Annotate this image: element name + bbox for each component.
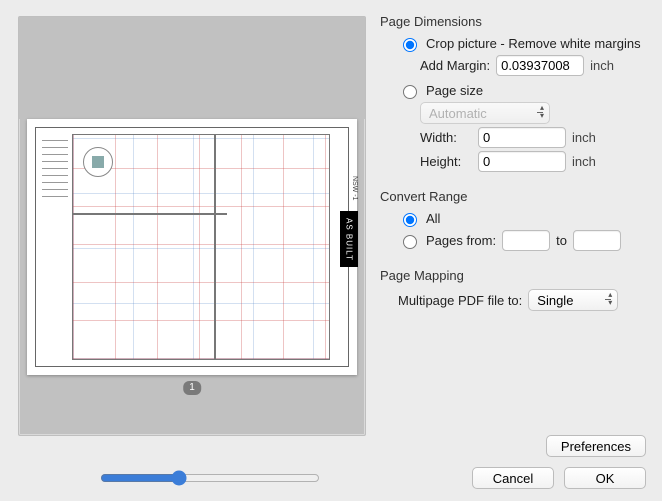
crop-radio-label: Crop picture - Remove white margins	[426, 36, 641, 51]
multipage-label: Multipage PDF file to:	[398, 293, 522, 308]
crop-radio[interactable]	[403, 38, 417, 52]
height-unit: inch	[572, 154, 596, 169]
page-size-select[interactable]: Automatic	[420, 102, 550, 124]
add-margin-label: Add Margin:	[420, 58, 490, 73]
page-dimensions-group: Page Dimensions Crop picture - Remove wh…	[380, 14, 646, 175]
pages-to-label: to	[556, 233, 567, 248]
zoom-slider[interactable]	[100, 470, 320, 486]
preview-panel: NSW -1 AS BUILT 1	[0, 0, 376, 501]
page-size-radio[interactable]	[403, 85, 417, 99]
pages-from-input[interactable]	[502, 230, 550, 251]
chevron-updown-icon: ▴▾	[540, 104, 544, 120]
width-label: Width:	[420, 130, 472, 145]
pages-to-input[interactable]	[573, 230, 621, 251]
floorplan-drawing	[72, 134, 330, 360]
convert-range-label: Convert Range	[380, 189, 646, 204]
ok-button[interactable]: OK	[564, 467, 646, 489]
height-input[interactable]	[478, 151, 566, 172]
add-margin-input[interactable]	[496, 55, 584, 76]
page-size-radio-label: Page size	[426, 83, 483, 98]
pages-from-label: Pages from:	[426, 233, 496, 248]
dialog-footer: Preferences Cancel OK	[380, 435, 646, 489]
preview-frame: NSW -1 AS BUILT 1	[18, 16, 366, 436]
page-mapping-label: Page Mapping	[380, 268, 646, 283]
add-margin-unit: inch	[590, 58, 614, 73]
all-radio[interactable]	[403, 213, 417, 227]
cancel-button[interactable]: Cancel	[472, 467, 554, 489]
chevron-updown-icon: ▴▾	[608, 291, 612, 307]
north-arrow-icon	[83, 147, 113, 177]
page-dimensions-label: Page Dimensions	[380, 14, 646, 29]
multipage-select[interactable]: Single	[528, 289, 618, 311]
convert-range-group: Convert Range All Pages from: to	[380, 189, 646, 254]
pages-from-radio[interactable]	[403, 235, 417, 249]
pdf-export-dialog: NSW -1 AS BUILT 1 Page Dimensions Crop p…	[0, 0, 662, 501]
all-radio-label: All	[426, 211, 440, 226]
sheet-border: NSW -1 AS BUILT	[35, 127, 349, 367]
preview-gutter	[19, 17, 365, 119]
height-label: Height:	[420, 154, 472, 169]
page-mapping-group: Page Mapping Multipage PDF file to: Sing…	[380, 268, 646, 314]
sheet-sub-label: NSW -1	[351, 176, 358, 201]
page-badge: 1	[183, 381, 201, 395]
sheet-side-label: AS BUILT	[340, 211, 358, 267]
width-input[interactable]	[478, 127, 566, 148]
preview-sheet: NSW -1 AS BUILT	[27, 119, 357, 375]
settings-panel: Page Dimensions Crop picture - Remove wh…	[376, 0, 662, 501]
title-block	[42, 134, 68, 360]
preferences-button[interactable]: Preferences	[546, 435, 646, 457]
width-unit: inch	[572, 130, 596, 145]
